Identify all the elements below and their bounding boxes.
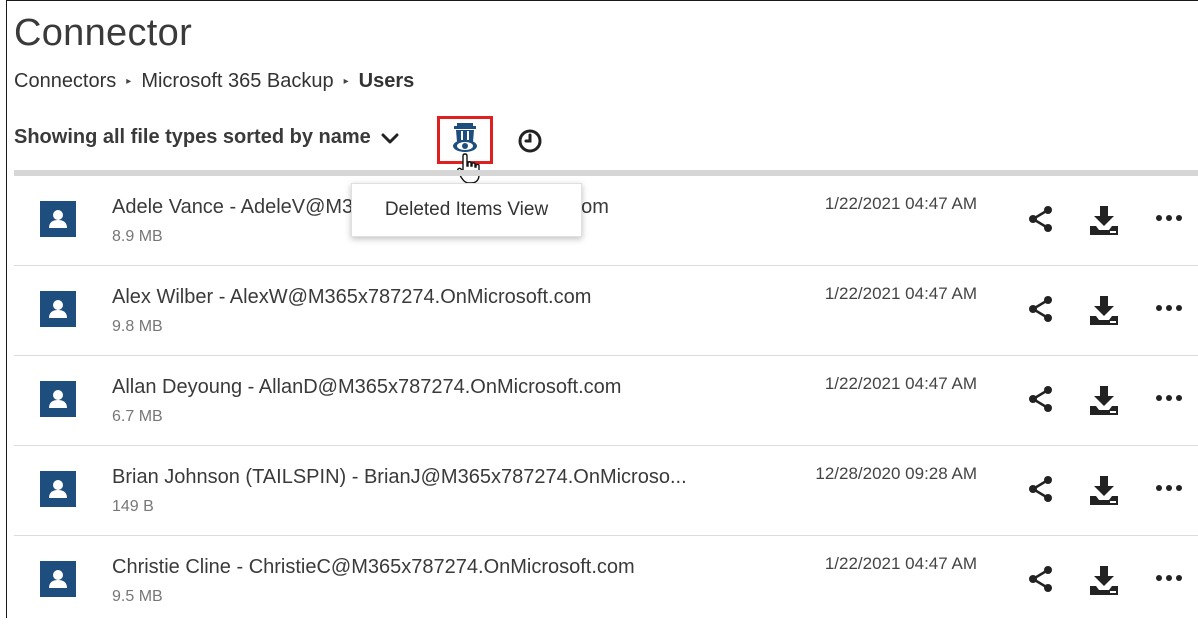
- user-avatar-icon: [40, 381, 76, 417]
- user-date: 1/22/2021 04:47 AM: [824, 554, 977, 573]
- breadcrumb: Connectors ▸ Microsoft 365 Backup ▸ User…: [14, 70, 414, 93]
- breadcrumb-users: Users: [358, 70, 415, 92]
- user-avatar-icon: [40, 561, 76, 597]
- list-item[interactable]: Christie Cline - ChristieC@M365x787274.O…: [14, 536, 1198, 625]
- user-date: 1/22/2021 04:47 AM: [824, 374, 977, 393]
- list-item[interactable]: Brian Johnson (TAILSPIN) - BrianJ@M365x7…: [14, 446, 1198, 536]
- more-icon[interactable]: [1154, 390, 1184, 408]
- user-size: 6.7 MB: [112, 408, 163, 425]
- list-item[interactable]: Allan Deyoung - AllanD@M365x787274.OnMic…: [14, 356, 1198, 446]
- share-icon[interactable]: [1026, 474, 1056, 509]
- user-name[interactable]: Alex Wilber - AlexW@M365x787274.OnMicros…: [112, 286, 591, 309]
- download-icon[interactable]: [1087, 384, 1121, 421]
- user-avatar-icon: [40, 291, 76, 327]
- more-icon[interactable]: [1154, 210, 1184, 228]
- breadcrumb-separator-icon: ▸: [126, 76, 132, 87]
- download-icon[interactable]: [1087, 564, 1121, 601]
- download-icon[interactable]: [1087, 204, 1121, 241]
- user-list: Adele Vance - AdeleV@M365x787274.OnMicro…: [14, 176, 1198, 625]
- list-item[interactable]: Adele Vance - AdeleV@M365x787274.OnMicro…: [14, 176, 1198, 266]
- share-icon[interactable]: [1026, 384, 1056, 419]
- more-icon[interactable]: [1154, 480, 1184, 498]
- user-avatar-icon: [40, 471, 76, 507]
- chevron-down-icon[interactable]: [379, 127, 401, 149]
- share-icon[interactable]: [1026, 564, 1056, 599]
- download-icon[interactable]: [1087, 294, 1121, 331]
- user-name[interactable]: Christie Cline - ChristieC@M365x787274.O…: [112, 556, 635, 579]
- sort-label[interactable]: Showing all file types sorted by name: [14, 126, 371, 149]
- user-date: 1/22/2021 04:47 AM: [824, 194, 977, 213]
- toolbar: Showing all file types sorted by name: [14, 126, 401, 149]
- page-title: Connector: [14, 12, 193, 54]
- deleted-items-view-tooltip: Deleted Items View: [351, 183, 582, 237]
- user-size: 149 B: [112, 498, 154, 515]
- list-item[interactable]: Alex Wilber - AlexW@M365x787274.OnMicros…: [14, 266, 1198, 356]
- user-date: 1/22/2021 04:47 AM: [824, 284, 977, 303]
- user-size: 9.8 MB: [112, 318, 163, 335]
- user-name[interactable]: Allan Deyoung - AllanD@M365x787274.OnMic…: [112, 376, 621, 399]
- user-size: 9.5 MB: [112, 588, 163, 605]
- breadcrumb-separator-icon: ▸: [343, 76, 349, 87]
- more-icon[interactable]: [1154, 570, 1184, 588]
- user-size: 8.9 MB: [112, 228, 163, 245]
- share-icon[interactable]: [1026, 204, 1056, 239]
- user-name[interactable]: Brian Johnson (TAILSPIN) - BrianJ@M365x7…: [112, 466, 687, 489]
- clock-icon: [517, 129, 543, 158]
- share-icon[interactable]: [1026, 294, 1056, 329]
- history-button[interactable]: [517, 128, 543, 159]
- download-icon[interactable]: [1087, 474, 1121, 511]
- user-avatar-icon: [40, 201, 76, 237]
- user-date: 12/28/2020 09:28 AM: [815, 464, 977, 483]
- breadcrumb-microsoft-365-backup[interactable]: Microsoft 365 Backup: [141, 70, 333, 93]
- more-icon[interactable]: [1154, 300, 1184, 318]
- breadcrumb-connectors[interactable]: Connectors: [14, 70, 116, 93]
